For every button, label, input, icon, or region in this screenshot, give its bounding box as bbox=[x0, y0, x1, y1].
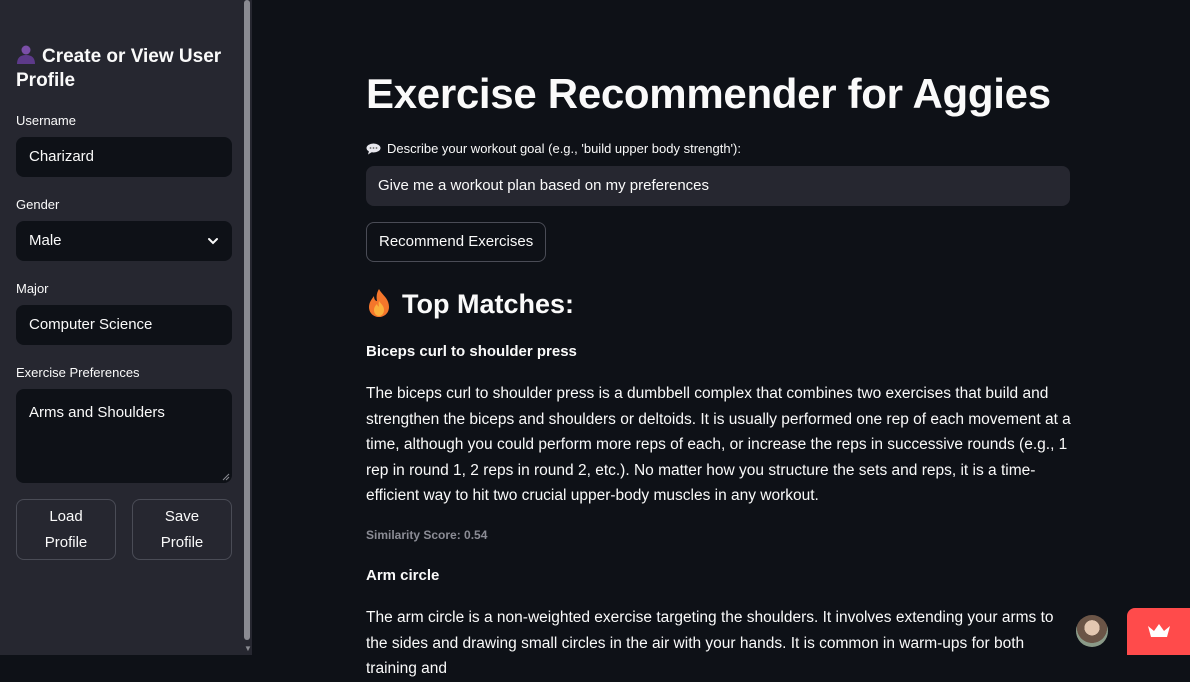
matches-heading: Top Matches: bbox=[366, 288, 574, 320]
save-profile-button[interactable]: Save Profile bbox=[132, 499, 232, 560]
major-label: Major bbox=[16, 281, 49, 296]
username-field[interactable]: Charizard bbox=[16, 137, 232, 177]
gender-label: Gender bbox=[16, 197, 60, 212]
preferences-textarea[interactable]: Arms and Shoulders bbox=[16, 389, 232, 483]
gender-value: Male bbox=[29, 232, 62, 249]
preferences-value: Arms and Shoulders bbox=[29, 404, 165, 421]
scroll-down-arrow-icon[interactable]: ▼ bbox=[244, 644, 252, 653]
result-2-name: Arm circle bbox=[366, 567, 440, 584]
recommend-exercises-button[interactable]: Recommend Exercises bbox=[366, 222, 547, 262]
preferences-label: Exercise Preferences bbox=[16, 365, 140, 380]
page-title: Exercise Recommender for Aggies bbox=[366, 70, 1051, 117]
sidebar-title: Create or View User Profile bbox=[16, 45, 222, 91]
scrollbar-thumb[interactable] bbox=[244, 0, 250, 640]
major-field[interactable]: Computer Science bbox=[16, 305, 232, 345]
avatar[interactable] bbox=[1076, 615, 1108, 647]
result-1-description: The biceps curl to shoulder press is a d… bbox=[366, 385, 1071, 504]
result-1-name: Biceps curl to shoulder press bbox=[366, 343, 577, 360]
goal-input-value: Give me a workout plan based on my prefe… bbox=[378, 177, 710, 194]
gender-select[interactable]: Male bbox=[16, 221, 232, 261]
sidebar: Create or View User Profile Username Cha… bbox=[0, 0, 244, 655]
major-value: Computer Science bbox=[29, 316, 153, 333]
load-profile-button[interactable]: Load Profile bbox=[16, 499, 116, 560]
goal-input[interactable]: Give me a workout plan based on my prefe… bbox=[366, 166, 1070, 206]
resize-handle-icon[interactable] bbox=[222, 473, 230, 481]
result-2-description: The arm circle is a non-weighted exercis… bbox=[366, 609, 1054, 677]
goal-label: Describe your workout goal (e.g., 'build… bbox=[366, 141, 741, 156]
username-value: Charizard bbox=[29, 148, 95, 165]
crown-icon bbox=[1148, 624, 1170, 637]
username-label: Username bbox=[16, 113, 76, 128]
fire-icon bbox=[369, 289, 389, 317]
user-icon bbox=[17, 45, 35, 64]
chat-icon bbox=[366, 143, 381, 155]
result-1-score: Similarity Score: 0.54 bbox=[366, 528, 488, 542]
chevron-down-icon bbox=[208, 238, 218, 245]
sidebar-scrollbar[interactable]: ▼ bbox=[244, 0, 252, 655]
app-badge-button[interactable] bbox=[1127, 608, 1190, 655]
